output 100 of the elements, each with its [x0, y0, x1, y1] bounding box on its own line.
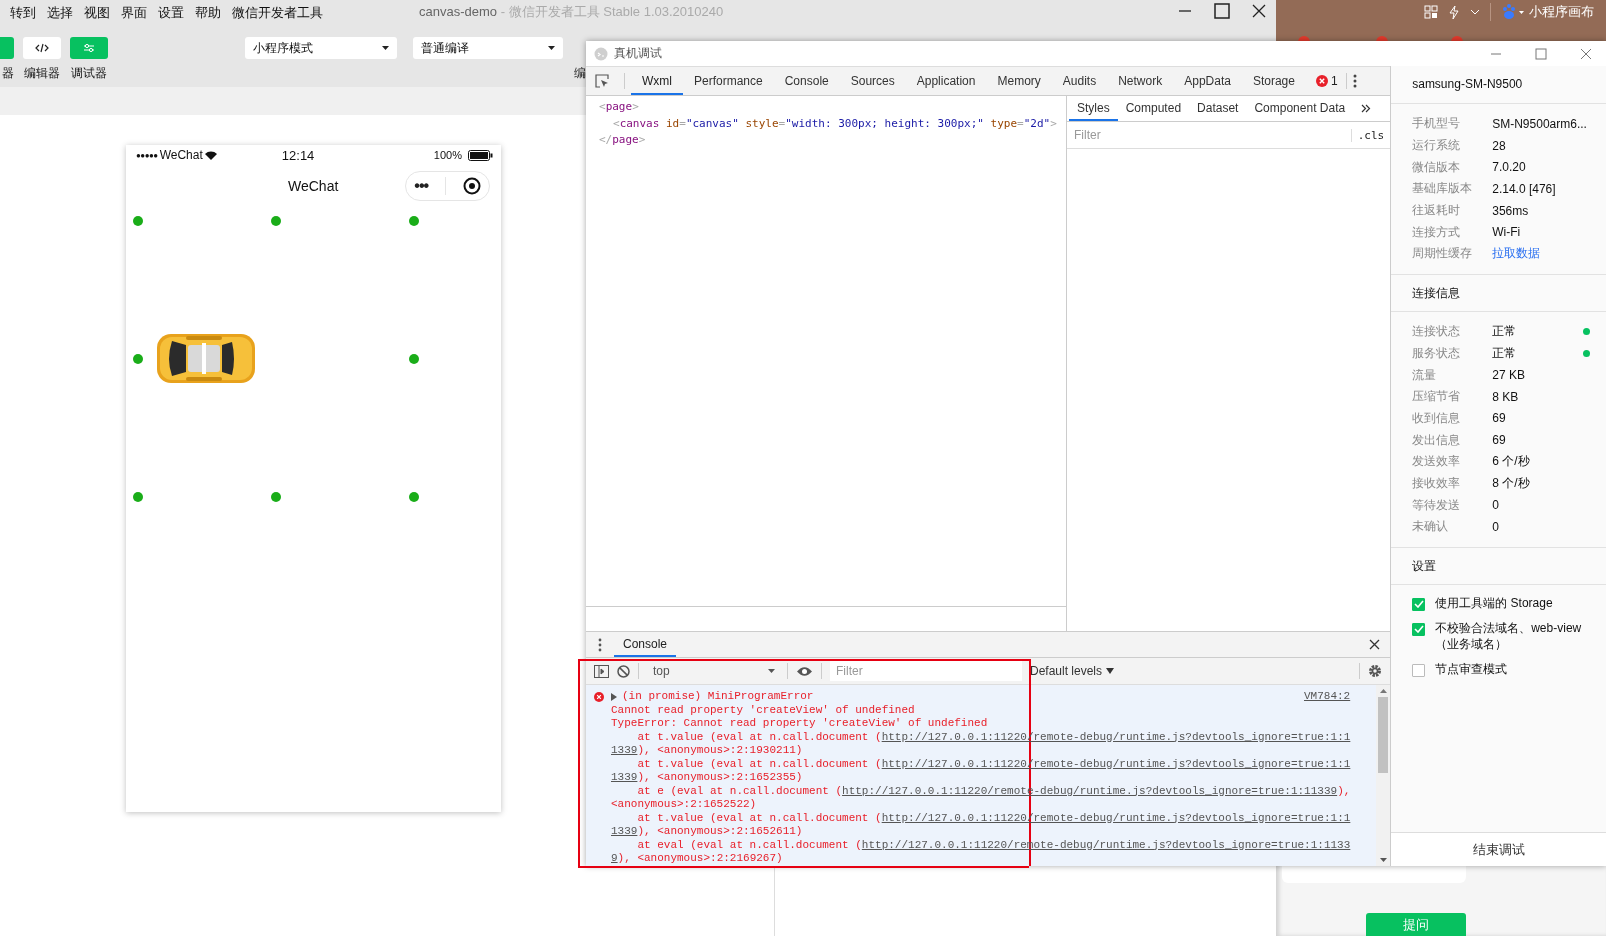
scroll-up-icon[interactable] [1379, 689, 1387, 693]
markup-line[interactable]: <page> [599, 99, 1066, 116]
styles-tab[interactable]: Styles [1069, 96, 1118, 121]
kebab-menu-icon[interactable] [1352, 74, 1357, 88]
error-count[interactable]: 1 [1330, 74, 1338, 88]
info-value: 7.0.20 [1492, 160, 1526, 175]
info-value: 0 [1492, 498, 1499, 513]
styles-tab[interactable]: Dataset [1189, 96, 1247, 121]
menu-item[interactable]: 帮助 [195, 3, 221, 22]
menu-item[interactable]: 转到 [10, 3, 36, 22]
source-link[interactable]: VM784:2 [1304, 690, 1351, 704]
kebab-menu-icon[interactable] [598, 637, 602, 652]
checkbox[interactable] [1412, 663, 1426, 677]
dot [271, 492, 281, 502]
expand-arrow-icon[interactable] [611, 692, 617, 701]
setting-label[interactable]: 不校验合法域名、web-view（业务域名） [1435, 619, 1594, 652]
error-line: 9), <anonymous>:2:2169267) [610, 852, 784, 866]
source-link[interactable]: 1339 [611, 771, 638, 783]
close-target-icon[interactable] [462, 177, 481, 195]
caret-icon [382, 46, 389, 50]
panel-tab[interactable]: Audits [1051, 67, 1108, 95]
panel-tab[interactable]: Wxml [631, 67, 683, 95]
compile-select[interactable]: 普通编译 [413, 37, 563, 59]
end-debug-button[interactable]: 结束调试 [1391, 832, 1606, 866]
menu-item[interactable]: 界面 [121, 3, 147, 22]
info-label: 接收效率 [1412, 474, 1462, 492]
panel-tab[interactable]: Application [905, 67, 987, 95]
battery-level: 100% [433, 149, 462, 161]
menu-item[interactable]: 选择 [47, 3, 73, 22]
dot [271, 216, 281, 226]
menu-item[interactable]: 设置 [158, 3, 184, 22]
setting-label[interactable]: 使用工具端的 Storage [1435, 594, 1553, 611]
chevron-icon[interactable] [1470, 9, 1480, 15]
maximize-icon[interactable] [1535, 48, 1547, 60]
panel-tab[interactable]: Performance [683, 67, 774, 95]
close-icon[interactable] [1369, 639, 1381, 650]
panel-tab[interactable]: Sources [839, 67, 906, 95]
dot [133, 216, 143, 226]
info-value: 27 KB [1492, 368, 1525, 383]
inspect-icon[interactable] [594, 73, 610, 89]
more-tabs-icon[interactable] [1361, 104, 1372, 113]
styles-tab[interactable]: Component Data [1246, 96, 1354, 121]
eye-icon[interactable] [796, 665, 813, 677]
info-label: 手机型号 [1412, 115, 1462, 133]
info-label: 微信版本 [1412, 158, 1462, 176]
filter-field[interactable]: Filter [830, 661, 1022, 681]
error-summary: (in promise) MiniProgramError [622, 690, 814, 704]
info-label: 发出信息 [1412, 431, 1462, 449]
section-title: 设置 [1391, 547, 1606, 585]
maximize-icon[interactable] [1214, 3, 1230, 19]
mode-select[interactable]: 小程序模式 [245, 37, 397, 59]
source-link[interactable]: 9 [611, 852, 618, 864]
setting-label[interactable]: 节点审查模式 [1435, 660, 1508, 677]
toolbar-label: 调试器 [71, 65, 107, 82]
markup-line[interactable]: <canvas id="canvas" style="width: 300px; height: 300px;" type="2d"> [599, 115, 1066, 132]
menu-item[interactable]: 微信开发者工具 [232, 3, 323, 22]
panel-tab[interactable]: Storage [1241, 67, 1306, 95]
checkbox[interactable] [1412, 597, 1426, 611]
markup-line[interactable]: </page> [599, 132, 1066, 149]
scroll-down-icon[interactable] [1379, 858, 1387, 862]
panel-tab[interactable]: Network [1107, 67, 1174, 95]
info-label: 等待发送 [1412, 496, 1462, 514]
info-value: 正常 [1492, 344, 1517, 362]
clear-console-icon[interactable] [617, 664, 630, 678]
checkbox[interactable] [1412, 622, 1426, 636]
extension-label[interactable]: 小程序画布 [1529, 3, 1594, 21]
editor-toggle-button[interactable] [23, 37, 61, 59]
context-select[interactable]: top [647, 664, 779, 678]
source-link[interactable]: 1339 [611, 825, 638, 837]
menu-item[interactable]: 视图 [84, 3, 110, 22]
settings-icon[interactable] [1368, 664, 1383, 678]
page-title: WeChat [288, 178, 339, 194]
levels-select[interactable]: Default levels [1030, 664, 1115, 678]
grid-icon[interactable] [1424, 5, 1438, 19]
clock-time: 12:14 [281, 147, 315, 163]
app-logo-icon [594, 46, 608, 61]
scrollbar[interactable] [1376, 685, 1391, 866]
sidebar-icon[interactable] [594, 664, 609, 678]
cls-toggle[interactable]: .cls [1350, 128, 1385, 142]
error-line: Cannot read property 'createView' of undefined [610, 703, 916, 717]
dot [409, 216, 419, 226]
close-icon[interactable] [1252, 4, 1266, 18]
panel-tab[interactable]: AppData [1173, 67, 1242, 95]
debugger-toggle-button[interactable] [70, 37, 108, 59]
styles-tab[interactable]: Computed [1117, 96, 1190, 121]
info-label: 往返耗时 [1412, 202, 1462, 220]
fetch-data-link[interactable]: 拉取数据 [1492, 245, 1541, 263]
info-label: 周期性缓存 [1412, 245, 1474, 263]
source-link[interactable]: 1339 [611, 744, 638, 756]
panel-tab[interactable]: Memory [986, 67, 1052, 95]
error-line: <anonymous>:2:1652522) [610, 798, 758, 812]
dot [133, 492, 143, 502]
dot [409, 492, 419, 502]
lightning-icon[interactable] [1448, 4, 1460, 20]
info-value: 69 [1492, 433, 1506, 448]
more-button[interactable]: ••• [414, 177, 429, 195]
paw-icon[interactable] [1501, 4, 1525, 20]
panel-tab[interactable]: Console [773, 67, 840, 95]
toolbar-label: 编 [574, 65, 586, 82]
info-label: 压缩节省 [1412, 388, 1462, 406]
